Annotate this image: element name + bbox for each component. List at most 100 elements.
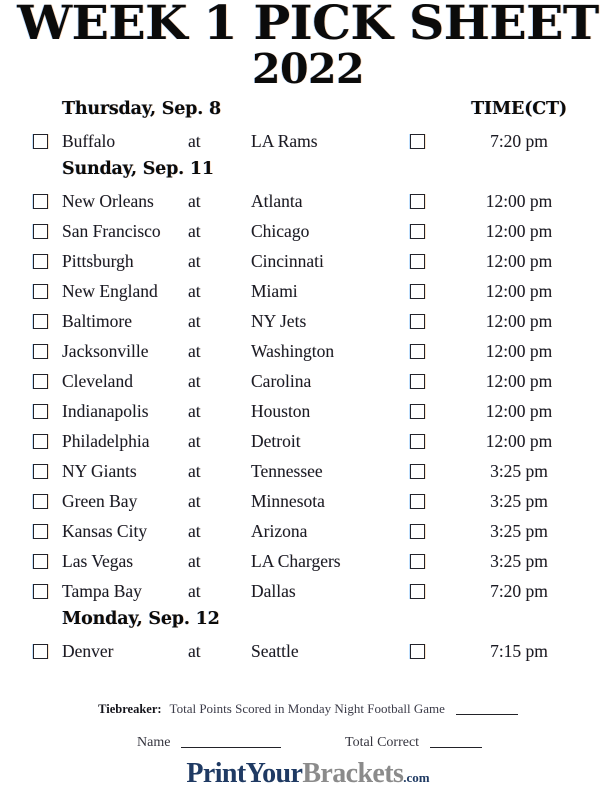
page-title-block: WEEK 1 PICK SHEET 2022 <box>0 0 616 89</box>
away-team-name: New England <box>62 280 158 301</box>
checkbox-icon <box>33 433 48 449</box>
checkbox-icon <box>410 133 425 149</box>
printyourbrackets-logo[interactable]: PrintYourBrackets.com <box>0 758 616 790</box>
game-row: Las Vegas at LA Chargers 3:25 pm <box>0 547 616 577</box>
away-team-name: Pittsburgh <box>62 250 134 271</box>
home-pick-checkbox[interactable] <box>410 343 425 359</box>
home-pick-checkbox[interactable] <box>410 643 425 659</box>
away-pick-checkbox[interactable] <box>33 403 48 419</box>
home-pick-checkbox[interactable] <box>410 403 425 419</box>
home-pick-checkbox[interactable] <box>410 523 425 539</box>
checkbox-icon <box>410 553 425 569</box>
away-pick-checkbox[interactable] <box>33 583 48 599</box>
home-pick-checkbox[interactable] <box>410 373 425 389</box>
away-team-name: Cleveland <box>62 370 133 391</box>
at-separator: at <box>188 280 201 301</box>
checkbox-icon <box>410 433 425 449</box>
checkbox-icon <box>410 523 425 539</box>
checkbox-icon <box>33 463 48 479</box>
checkbox-icon <box>33 493 48 509</box>
game-row: Kansas City at Arizona 3:25 pm <box>0 517 616 547</box>
away-pick-checkbox[interactable] <box>33 253 48 269</box>
home-team-name: LA Rams <box>251 130 318 151</box>
game-row: New England at Miami 12:00 pm <box>0 277 616 307</box>
home-pick-checkbox[interactable] <box>410 463 425 479</box>
checkbox-icon <box>410 643 425 659</box>
game-row: Philadelphia at Detroit 12:00 pm <box>0 427 616 457</box>
away-pick-checkbox[interactable] <box>33 223 48 239</box>
away-team-name: Philadelphia <box>62 430 150 451</box>
home-pick-checkbox[interactable] <box>410 253 425 269</box>
name-label: Name <box>137 735 171 750</box>
game-time: 12:00 pm <box>485 340 553 361</box>
away-pick-checkbox[interactable] <box>33 373 48 389</box>
page-title: WEEK 1 PICK SHEET <box>17 0 599 51</box>
away-pick-checkbox[interactable] <box>33 193 48 209</box>
game-row: NY Giants at Tennessee 3:25 pm <box>0 457 616 487</box>
away-pick-checkbox[interactable] <box>33 463 48 479</box>
tiebreaker-answer-blank[interactable] <box>455 714 518 715</box>
day-heading-row: Monday, Sep. 12 <box>0 607 616 637</box>
tiebreaker-row: Tiebreaker: Total Points Scored in Monda… <box>0 700 616 718</box>
home-pick-checkbox[interactable] <box>410 133 425 149</box>
total-correct-blank[interactable] <box>430 747 483 748</box>
game-row: Green Bay at Minnesota 3:25 pm <box>0 487 616 517</box>
home-team-name: Dallas <box>251 580 296 601</box>
logo-part-brackets: Brackets <box>302 758 404 789</box>
home-pick-checkbox[interactable] <box>410 493 425 509</box>
home-team-name: Detroit <box>251 430 301 451</box>
home-team-name: Tennessee <box>251 460 323 481</box>
home-pick-checkbox[interactable] <box>410 583 425 599</box>
away-pick-checkbox[interactable] <box>33 133 48 149</box>
name-blank[interactable] <box>181 747 282 748</box>
game-time: 3:25 pm <box>490 520 548 541</box>
time-column-header: TIME(CT) <box>471 98 567 119</box>
away-pick-checkbox[interactable] <box>33 433 48 449</box>
away-team-name: Tampa Bay <box>62 580 142 601</box>
at-separator: at <box>188 310 201 331</box>
game-time: 3:25 pm <box>490 490 548 511</box>
home-team-name: NY Jets <box>251 310 307 331</box>
home-pick-checkbox[interactable] <box>410 553 425 569</box>
away-team-name: Denver <box>62 640 114 661</box>
checkbox-icon <box>410 193 425 209</box>
game-time: 12:00 pm <box>485 400 553 421</box>
game-time: 12:00 pm <box>485 220 553 241</box>
home-pick-checkbox[interactable] <box>410 283 425 299</box>
pick-sheet-grid: Thursday, Sep. 8 TIME(CT) Buffalo at LA Rams… <box>0 97 616 667</box>
home-pick-checkbox[interactable] <box>410 223 425 239</box>
at-separator: at <box>188 190 201 211</box>
checkbox-icon <box>410 253 425 269</box>
home-pick-checkbox[interactable] <box>410 193 425 209</box>
home-team-name: Cincinnati <box>251 250 324 271</box>
day-heading-row: Thursday, Sep. 8 TIME(CT) <box>0 97 616 127</box>
checkbox-icon <box>33 643 48 659</box>
home-pick-checkbox[interactable] <box>410 313 425 329</box>
at-separator: at <box>188 250 201 271</box>
game-time: 7:15 pm <box>490 640 548 661</box>
home-pick-checkbox[interactable] <box>410 433 425 449</box>
at-separator: at <box>188 400 201 421</box>
away-pick-checkbox[interactable] <box>33 553 48 569</box>
home-team-name: Miami <box>251 280 298 301</box>
checkbox-icon <box>410 493 425 509</box>
at-separator: at <box>188 580 201 601</box>
away-pick-checkbox[interactable] <box>33 493 48 509</box>
logo-part-print: PrintYour <box>186 758 303 789</box>
at-separator: at <box>188 520 201 541</box>
away-pick-checkbox[interactable] <box>33 523 48 539</box>
game-time: 12:00 pm <box>485 430 553 451</box>
away-pick-checkbox[interactable] <box>33 343 48 359</box>
away-pick-checkbox[interactable] <box>33 283 48 299</box>
away-pick-checkbox[interactable] <box>33 313 48 329</box>
game-time: 3:25 pm <box>490 550 548 571</box>
away-pick-checkbox[interactable] <box>33 643 48 659</box>
game-row: Baltimore at NY Jets 12:00 pm <box>0 307 616 337</box>
checkbox-icon <box>33 193 48 209</box>
at-separator: at <box>188 370 201 391</box>
at-separator: at <box>188 130 201 151</box>
home-team-name: Arizona <box>251 520 308 541</box>
game-row: New Orleans at Atlanta 12:00 pm <box>0 187 616 217</box>
checkbox-icon <box>410 403 425 419</box>
away-team-name: Green Bay <box>62 490 138 511</box>
